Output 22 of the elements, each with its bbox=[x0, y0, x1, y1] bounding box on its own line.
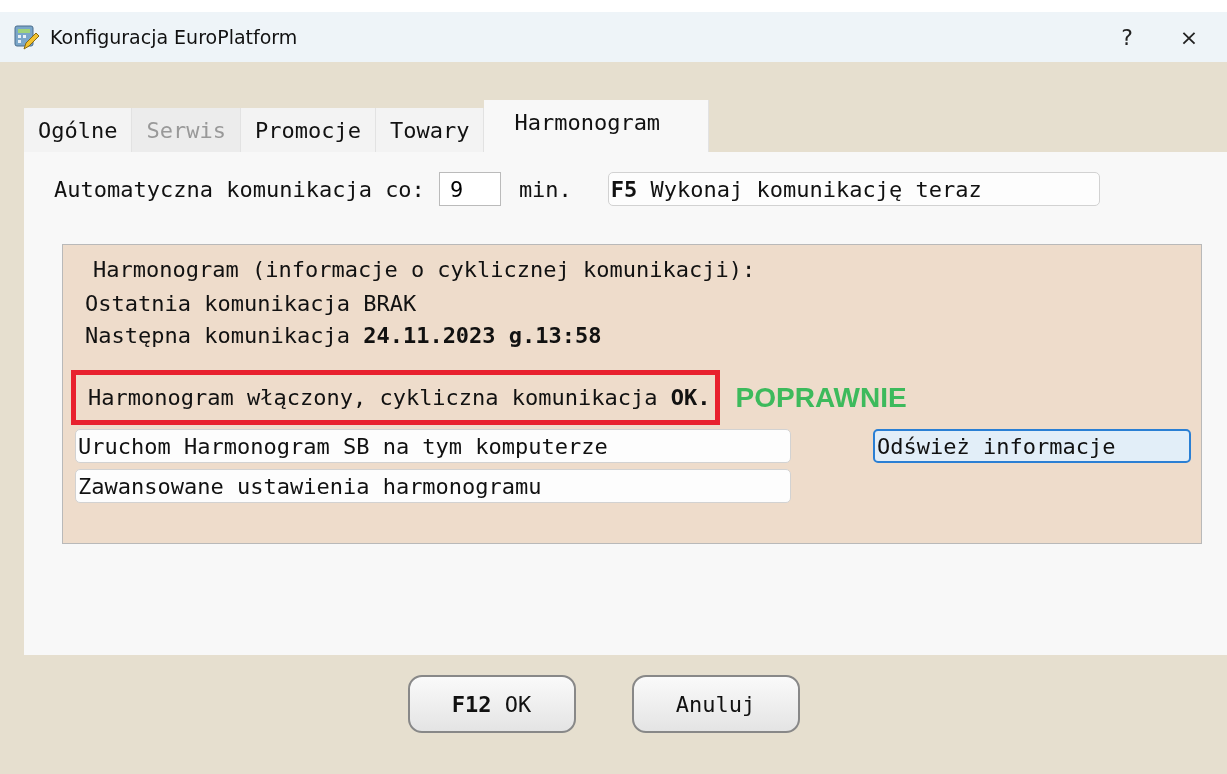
status-text: Harmonogram włączony, cykliczna komunikacja OK. bbox=[71, 370, 720, 425]
tab[interactable]: Towary bbox=[375, 108, 485, 152]
annotation-text: POPRAWNIE bbox=[735, 381, 907, 414]
dialog-button[interactable]: F12 OK bbox=[407, 675, 576, 733]
window-title: Konfiguracja EuroPlatform bbox=[50, 26, 299, 48]
dialog-button[interactable]: Anuluj bbox=[631, 675, 800, 733]
tab[interactable]: Ogólne bbox=[24, 108, 133, 152]
calculator-pencil-icon bbox=[12, 23, 40, 51]
action-button[interactable]: Uruchom Harmonogram SB na tym komputerze bbox=[75, 429, 791, 463]
interval-field[interactable]: 9 bbox=[438, 172, 501, 206]
interval-label: Automatyczna komunikacja co: bbox=[54, 176, 425, 202]
unit-label: min. bbox=[518, 176, 572, 202]
info-line: Następna komunikacja 24.11.2023 g.13:58 bbox=[85, 322, 603, 350]
tab[interactable]: Harmonogram bbox=[484, 100, 710, 152]
action-button[interactable]: Zawansowane ustawienia harmonogramu bbox=[75, 469, 791, 503]
help-button[interactable]: ? bbox=[1101, 17, 1153, 57]
info-line: Ostatnia komunikacja BRAK bbox=[85, 290, 418, 318]
group-title: Harmonogram (informacje o cyklicznej komunikacji): bbox=[93, 257, 757, 282]
tab[interactable]: Promocje bbox=[240, 108, 376, 152]
close-button[interactable]: × bbox=[1163, 17, 1215, 57]
refresh-button[interactable]: Odśwież informacje bbox=[873, 429, 1191, 463]
communicate-now-button[interactable]: F5 Wykonaj komunikację teraz bbox=[607, 172, 1100, 206]
